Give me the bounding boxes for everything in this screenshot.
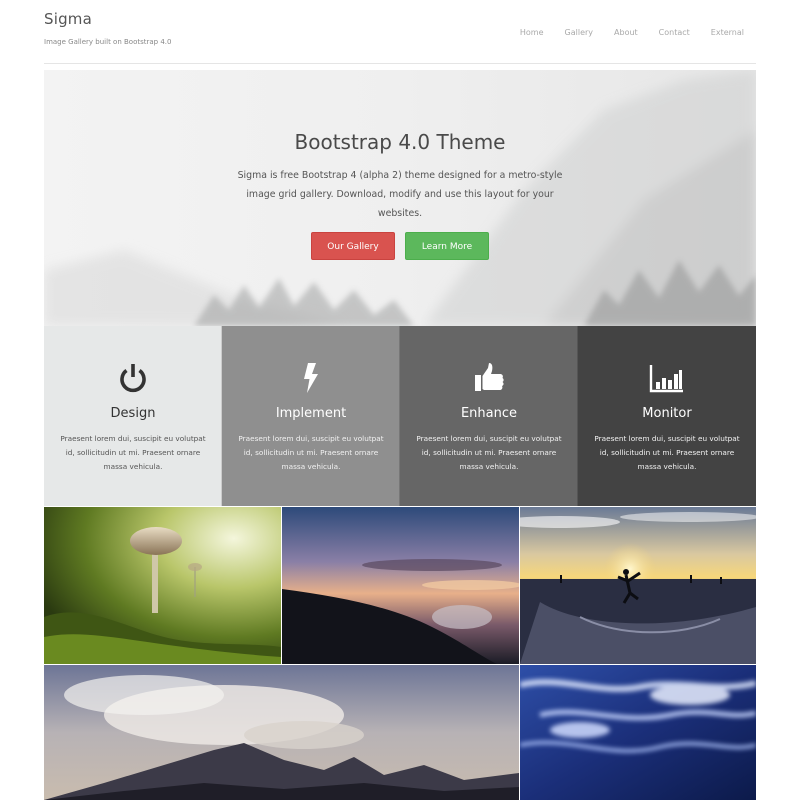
bolt-icon <box>304 363 318 393</box>
thumbs-up-icon <box>475 363 504 391</box>
nav-external[interactable]: External <box>711 28 744 37</box>
gallery-image-ocean-waves[interactable] <box>520 665 756 800</box>
nav-contact[interactable]: Contact <box>659 28 690 37</box>
hero-section: Bootstrap 4.0 Theme Sigma is free Bootst… <box>44 70 756 326</box>
gallery-image-mountains[interactable] <box>44 665 519 800</box>
site-brand[interactable]: Sigma <box>44 10 92 28</box>
feature-text: Praesent lorem dui, suscipit eu volutpat… <box>238 434 384 471</box>
feature-title: Design <box>110 406 156 421</box>
bar-chart-icon <box>649 365 683 393</box>
feature-implement: Implement Praesent lorem dui, suscipit e… <box>222 326 400 506</box>
feature-monitor: Monitor Praesent lorem dui, suscipit eu … <box>578 326 756 506</box>
feature-text: Praesent lorem dui, suscipit eu volutpat… <box>60 434 206 471</box>
feature-title: Implement <box>275 406 347 421</box>
main-nav: Home Gallery About Contact External <box>499 28 744 37</box>
site-tagline: Image Gallery built on Bootstrap 4.0 <box>44 38 172 46</box>
feature-text: Praesent lorem dui, suscipit eu volutpat… <box>416 434 562 471</box>
our-gallery-button[interactable]: Our Gallery <box>311 232 395 260</box>
site-header: Sigma Image Gallery built on Bootstrap 4… <box>44 0 756 64</box>
nav-about[interactable]: About <box>614 28 638 37</box>
nav-home[interactable]: Home <box>520 28 544 37</box>
nav-gallery[interactable]: Gallery <box>565 28 594 37</box>
gallery-image-sunset-clouds[interactable] <box>282 507 519 664</box>
feature-title: Enhance <box>460 406 518 421</box>
hero-title: Bootstrap 4.0 Theme <box>294 130 506 154</box>
features-row: Design Praesent lorem dui, suscipit eu v… <box>44 326 756 506</box>
power-icon <box>120 364 146 393</box>
feature-enhance: Enhance Praesent lorem dui, suscipit eu … <box>400 326 578 506</box>
hero-description: Sigma is free Bootstrap 4 (alpha 2) them… <box>237 170 563 219</box>
feature-text: Praesent lorem dui, suscipit eu volutpat… <box>594 434 740 471</box>
gallery-image-mushroom[interactable] <box>44 507 281 664</box>
gallery-image-skatepark[interactable] <box>520 507 756 664</box>
feature-design: Design Praesent lorem dui, suscipit eu v… <box>44 326 222 506</box>
feature-title: Monitor <box>642 406 692 421</box>
learn-more-button[interactable]: Learn More <box>405 232 489 260</box>
